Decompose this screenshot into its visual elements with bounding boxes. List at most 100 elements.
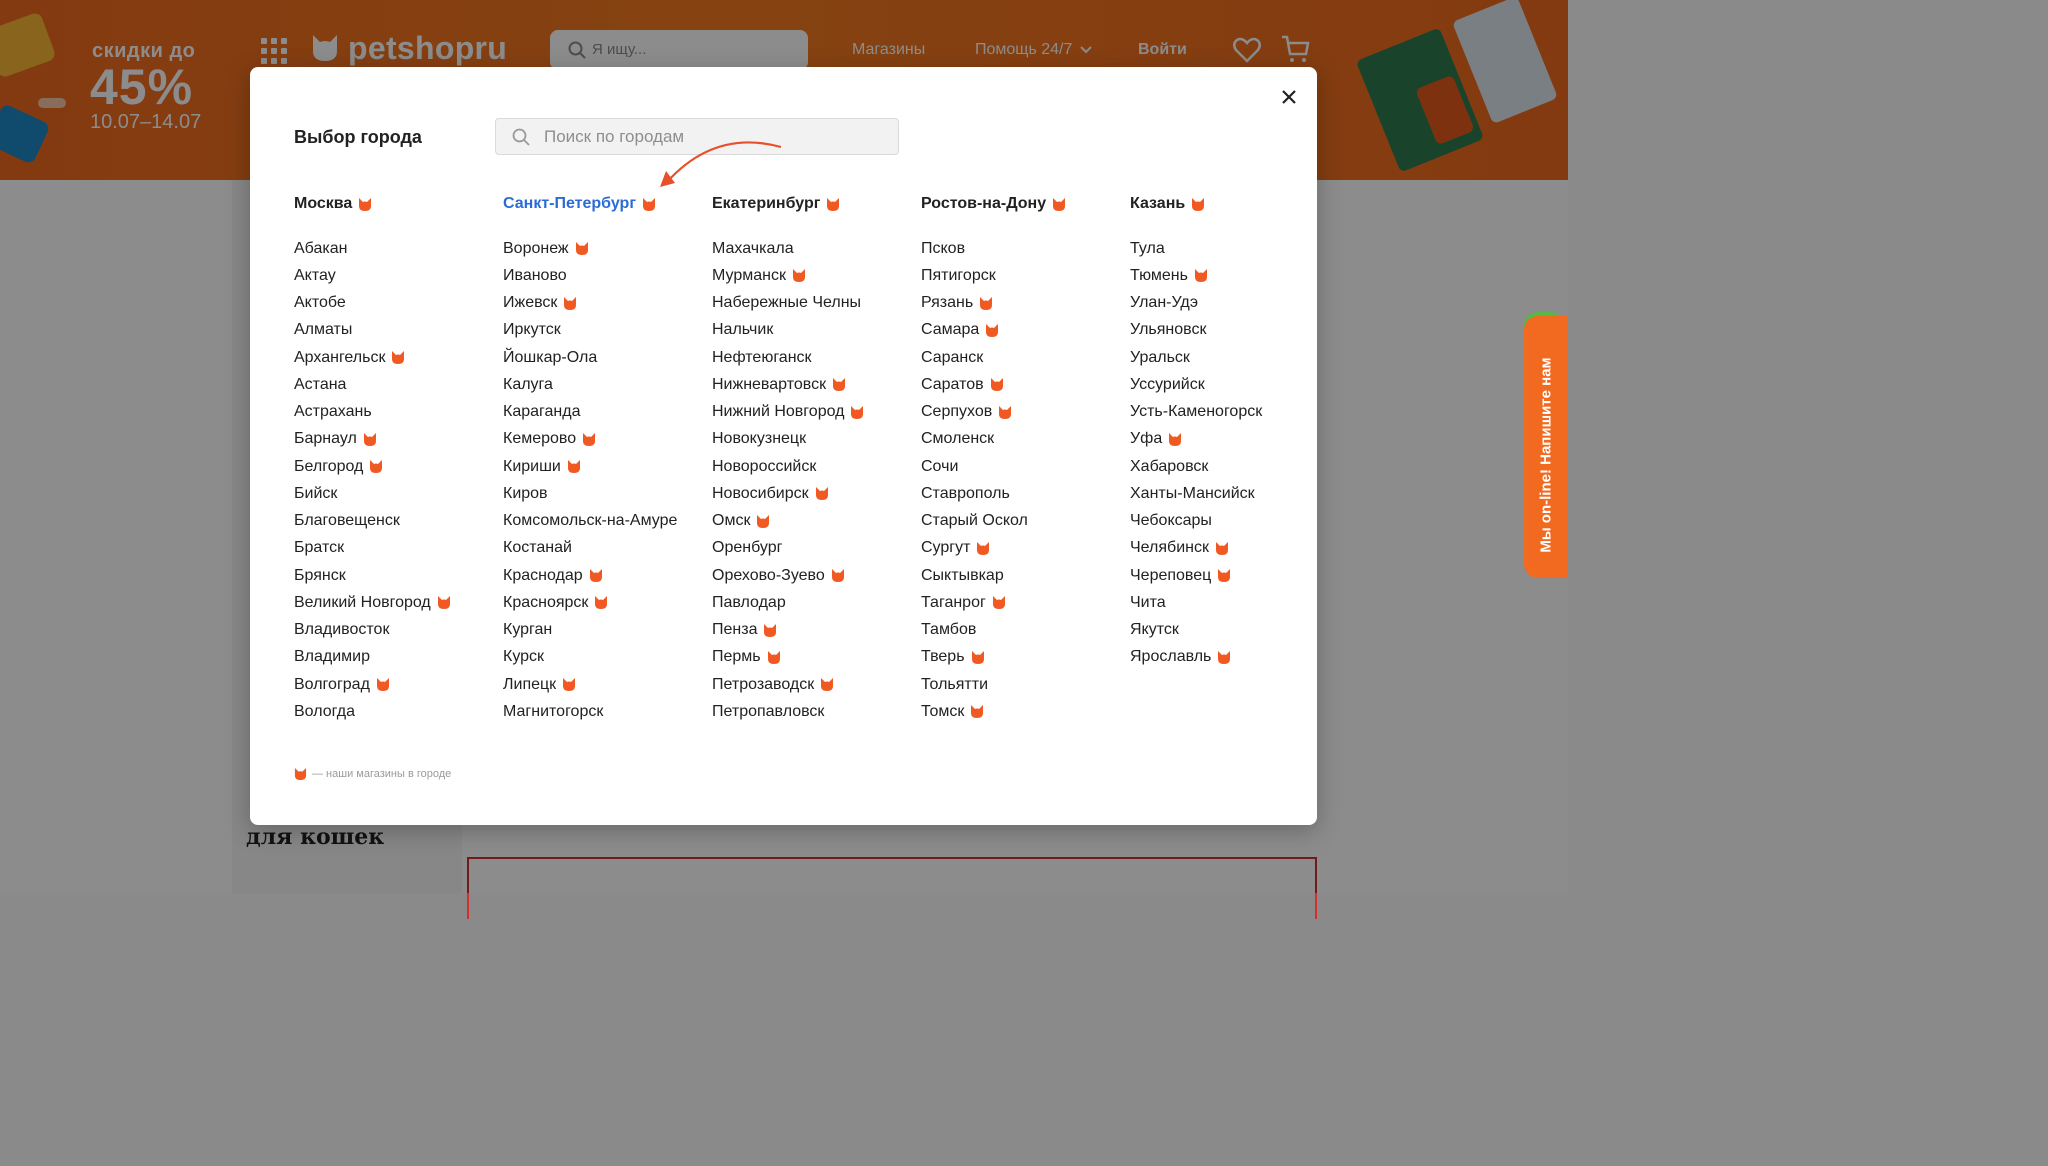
cat-head-icon	[294, 767, 307, 781]
city-list-item[interactable]: Якутск	[1130, 617, 1330, 644]
city-list-item[interactable]: Комсомольск-на-Амуре	[503, 508, 703, 535]
city-list-item[interactable]: Пермь	[712, 644, 912, 671]
city-list-item[interactable]: Ярославль	[1130, 644, 1330, 671]
city-list-item[interactable]: Краснодар	[503, 562, 703, 589]
city-list-item[interactable]: Иваново	[503, 262, 703, 289]
city-list-item[interactable]: Петропавловск	[712, 698, 912, 725]
city-list-item[interactable]: Новосибирск	[712, 480, 912, 507]
city-list-item[interactable]: Курган	[503, 617, 703, 644]
city-list-item[interactable]: Оренбург	[712, 535, 912, 562]
city-list-item[interactable]: Волгоград	[294, 671, 494, 698]
city-list-item[interactable]: Астрахань	[294, 399, 494, 426]
main-city-link[interactable]: Казань	[1130, 192, 1330, 216]
city-list-item[interactable]: Братск	[294, 535, 494, 562]
close-icon[interactable]	[1277, 85, 1301, 109]
city-list-item[interactable]: Махачкала	[712, 235, 912, 262]
city-list-item[interactable]: Абакан	[294, 235, 494, 262]
city-list-item[interactable]: Актобе	[294, 290, 494, 317]
city-list-item[interactable]: Нальчик	[712, 317, 912, 344]
city-list-item[interactable]: Рязань	[921, 290, 1121, 317]
city-list-item[interactable]: Набережные Челны	[712, 290, 912, 317]
city-list-item[interactable]: Хабаровск	[1130, 453, 1330, 480]
city-list-item[interactable]: Тверь	[921, 644, 1121, 671]
city-list-item[interactable]: Петрозаводск	[712, 671, 912, 698]
city-list-item[interactable]: Улан-Удэ	[1130, 290, 1330, 317]
city-list-item[interactable]: Красноярск	[503, 589, 703, 616]
city-list-item[interactable]: Костанай	[503, 535, 703, 562]
city-list-item[interactable]: Чебоксары	[1130, 508, 1330, 535]
city-list-item[interactable]: Алматы	[294, 317, 494, 344]
city-list-item[interactable]: Иркутск	[503, 317, 703, 344]
city-list-item[interactable]: Сочи	[921, 453, 1121, 480]
city-list-item[interactable]: Уральск	[1130, 344, 1330, 371]
main-city-link[interactable]: Москва	[294, 192, 494, 216]
city-list-item[interactable]: Бийск	[294, 480, 494, 507]
cat-head-icon	[971, 650, 985, 665]
city-list-item[interactable]: Саратов	[921, 371, 1121, 398]
city-list-item[interactable]: Павлодар	[712, 589, 912, 616]
city-list-item[interactable]: Ханты-Мансийск	[1130, 480, 1330, 507]
city-list-item[interactable]: Мурманск	[712, 262, 912, 289]
city-list-item[interactable]: Караганда	[503, 399, 703, 426]
city-list-item[interactable]: Актау	[294, 262, 494, 289]
city-list-item[interactable]: Владивосток	[294, 617, 494, 644]
city-list-item[interactable]: Кемерово	[503, 426, 703, 453]
city-list-item[interactable]: Тула	[1130, 235, 1330, 262]
city-list-item[interactable]: Владимир	[294, 644, 494, 671]
city-list-item[interactable]: Белгород	[294, 453, 494, 480]
city-list-item[interactable]: Саранск	[921, 344, 1121, 371]
city-list-item[interactable]: Новороссийск	[712, 453, 912, 480]
city-list-item[interactable]: Архангельск	[294, 344, 494, 371]
city-list-item[interactable]: Йошкар-Ола	[503, 344, 703, 371]
city-list-item[interactable]: Кириши	[503, 453, 703, 480]
city-list-item[interactable]: Вологда	[294, 698, 494, 725]
city-list-item[interactable]: Челябинск	[1130, 535, 1330, 562]
main-city-link[interactable]: Ростов-на-Дону	[921, 192, 1121, 216]
city-list-item[interactable]: Самара	[921, 317, 1121, 344]
main-city-link[interactable]: Санкт-Петербург	[503, 192, 703, 216]
city-list-item[interactable]: Серпухов	[921, 399, 1121, 426]
city-list-item[interactable]: Ульяновск	[1130, 317, 1330, 344]
city-list-item[interactable]: Старый Оскол	[921, 508, 1121, 535]
city-list-item[interactable]: Магнитогорск	[503, 698, 703, 725]
city-list-item[interactable]: Усть-Каменогорск	[1130, 399, 1330, 426]
city-list-item[interactable]: Сыктывкар	[921, 562, 1121, 589]
city-list-item[interactable]: Липецк	[503, 671, 703, 698]
city-name: Бийск	[294, 484, 338, 502]
city-list-item[interactable]: Ижевск	[503, 290, 703, 317]
city-list-item[interactable]: Астана	[294, 371, 494, 398]
city-list-item[interactable]: Барнаул	[294, 426, 494, 453]
city-list-item[interactable]: Ставрополь	[921, 480, 1121, 507]
cat-head-icon	[363, 432, 377, 447]
city-list-item[interactable]: Новокузнецк	[712, 426, 912, 453]
city-list-item[interactable]: Нижневартовск	[712, 371, 912, 398]
city-list-item[interactable]: Уссурийск	[1130, 371, 1330, 398]
city-list-item[interactable]: Киров	[503, 480, 703, 507]
city-list-item[interactable]: Великий Новгород	[294, 589, 494, 616]
city-list-item[interactable]: Псков	[921, 235, 1121, 262]
main-city-link[interactable]: Екатеринбург	[712, 192, 912, 216]
city-list-item[interactable]: Тамбов	[921, 617, 1121, 644]
city-list-item[interactable]: Нефтеюганск	[712, 344, 912, 371]
city-list-item[interactable]: Воронеж	[503, 235, 703, 262]
city-list-item[interactable]: Брянск	[294, 562, 494, 589]
city-list-item[interactable]: Сургут	[921, 535, 1121, 562]
city-list-item[interactable]: Череповец	[1130, 562, 1330, 589]
city-list-item[interactable]: Благовещенск	[294, 508, 494, 535]
city-list-item[interactable]: Пенза	[712, 617, 912, 644]
city-list-item[interactable]: Пятигорск	[921, 262, 1121, 289]
city-list-item[interactable]: Нижний Новгород	[712, 399, 912, 426]
city-list-item[interactable]: Томск	[921, 698, 1121, 725]
city-name: Астрахань	[294, 403, 372, 421]
city-list-item[interactable]: Уфа	[1130, 426, 1330, 453]
city-list-item[interactable]: Чита	[1130, 589, 1330, 616]
city-list-item[interactable]: Омск	[712, 508, 912, 535]
city-list-item[interactable]: Таганрог	[921, 589, 1121, 616]
city-list-item[interactable]: Тольятти	[921, 671, 1121, 698]
city-list-item[interactable]: Смоленск	[921, 426, 1121, 453]
city-list-item[interactable]: Калуга	[503, 371, 703, 398]
city-list-item[interactable]: Орехово-Зуево	[712, 562, 912, 589]
city-name: Пятигорск	[921, 266, 996, 284]
city-list-item[interactable]: Курск	[503, 644, 703, 671]
city-list-item[interactable]: Тюмень	[1130, 262, 1330, 289]
